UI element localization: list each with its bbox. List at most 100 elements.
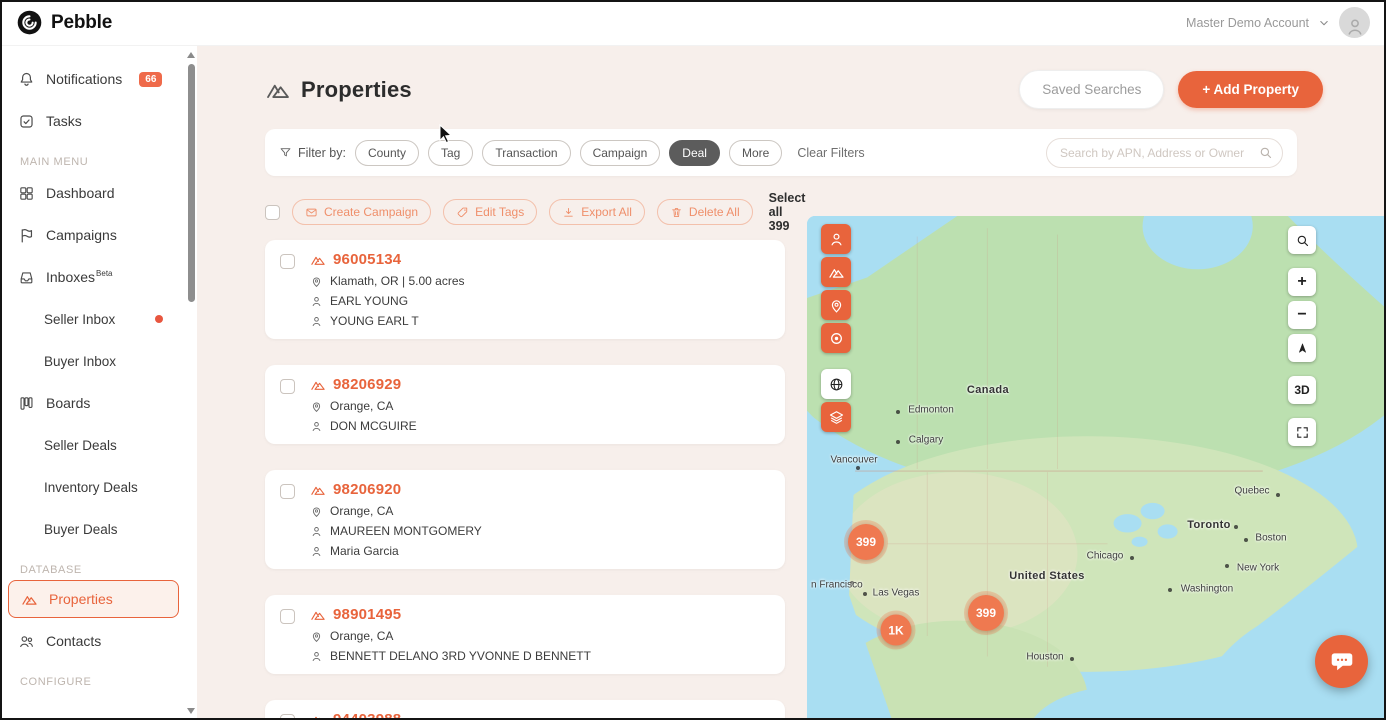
- property-id[interactable]: 98901495: [333, 606, 401, 623]
- property-link[interactable]: 98206920: [310, 481, 482, 498]
- property-checkbox[interactable]: [280, 484, 295, 499]
- sidebar-item-tasks[interactable]: Tasks: [0, 100, 197, 142]
- map-city-dot: [856, 466, 860, 470]
- property-link[interactable]: 96005134: [310, 251, 465, 268]
- map-basemap-button[interactable]: [821, 369, 851, 399]
- map-properties-layer-button[interactable]: [821, 257, 851, 287]
- property-card: 98206920 Orange, CA MAUREEN MONTGOMERY M…: [265, 470, 785, 569]
- brand[interactable]: Pebble: [16, 9, 112, 36]
- map-search-button[interactable]: [1288, 226, 1316, 254]
- sidebar-item-seller-deals[interactable]: Seller Deals: [0, 424, 197, 466]
- property-id[interactable]: 94403988: [333, 711, 401, 720]
- sidebar-item-boards[interactable]: Boards: [0, 382, 197, 424]
- filter-pill-deal[interactable]: Deal: [669, 139, 720, 166]
- property-checkbox[interactable]: [280, 714, 295, 720]
- tasks-icon: [18, 113, 35, 130]
- property-owner: EARL YOUNG: [310, 294, 465, 308]
- filter-bar: Filter by: County Tag Transaction Campai…: [265, 129, 1297, 176]
- property-location: Klamath, OR | 5.00 acres: [310, 274, 465, 288]
- sidebar-item-properties[interactable]: Properties: [8, 580, 179, 618]
- map-contacts-layer-button[interactable]: [821, 224, 851, 254]
- property-link[interactable]: 94403988: [310, 711, 465, 720]
- chevron-down-icon[interactable]: [1317, 16, 1331, 30]
- map-cluster[interactable]: 399: [848, 524, 884, 560]
- filter-by-label: Filter by:: [279, 146, 346, 160]
- map-city-dot: [1244, 538, 1248, 542]
- filter-pill-tag[interactable]: Tag: [427, 139, 474, 166]
- property-link[interactable]: 98206929: [310, 376, 417, 393]
- map-cluster[interactable]: 1K: [880, 614, 912, 646]
- sidebar-item-buyer-inbox[interactable]: Buyer Inbox: [0, 340, 197, 382]
- sidebar-item-inboxes[interactable]: InboxesBeta: [0, 256, 197, 298]
- sidebar-item-contacts[interactable]: Contacts: [0, 620, 197, 662]
- section-heading-database: DATABASE: [20, 564, 82, 576]
- map-3d-button[interactable]: 3D: [1288, 376, 1316, 404]
- sidebar-item-inventory-deals[interactable]: Inventory Deals: [0, 466, 197, 508]
- filter-pill-transaction[interactable]: Transaction: [482, 139, 571, 166]
- map-label: Toronto: [1187, 519, 1231, 531]
- scrollbar-thumb[interactable]: [187, 64, 195, 302]
- property-checkbox[interactable]: [280, 254, 295, 269]
- map-city-dot: [1225, 564, 1229, 568]
- map-compass-button[interactable]: [1288, 334, 1316, 362]
- property-card: 98901495 Orange, CA BENNETT DELANO 3RD Y…: [265, 595, 785, 674]
- person-icon: [310, 650, 323, 663]
- map[interactable]: Canada Edmonton Calgary Vancouver Quebec Toro…: [807, 216, 1386, 720]
- scroll-up-arrow[interactable]: [187, 52, 195, 58]
- property-checkbox[interactable]: [280, 609, 295, 624]
- boards-icon: [18, 395, 35, 412]
- property-id[interactable]: 98206929: [333, 376, 401, 393]
- main-content: Properties Saved Searches + Add Property…: [197, 46, 1386, 720]
- sidebar-item-campaigns[interactable]: Campaigns: [0, 214, 197, 256]
- property-id[interactable]: 96005134: [333, 251, 401, 268]
- map-label: Edmonton: [908, 404, 954, 416]
- sidebar-scrollbar[interactable]: [185, 46, 197, 720]
- avatar[interactable]: [1339, 7, 1370, 38]
- map-fullscreen-button[interactable]: [1288, 418, 1316, 446]
- sidebar-item-notifications[interactable]: Notifications 66: [0, 58, 197, 100]
- map-city-dot: [896, 410, 900, 414]
- sidebar-item-label: Inventory Deals: [44, 479, 138, 495]
- property-id[interactable]: 98206920: [333, 481, 401, 498]
- chat-widget-button[interactable]: [1315, 635, 1368, 688]
- sidebar-item-seller-inbox[interactable]: Seller Inbox: [0, 298, 197, 340]
- filter-pill-county[interactable]: County: [354, 139, 419, 166]
- property-link[interactable]: 98901495: [310, 606, 591, 623]
- clear-filters-button[interactable]: Clear Filters: [797, 146, 864, 160]
- saved-searches-button[interactable]: Saved Searches: [1019, 70, 1165, 109]
- property-checkbox[interactable]: [280, 379, 295, 394]
- scroll-down-arrow[interactable]: [187, 708, 195, 714]
- sidebar-item-label: Boards: [46, 395, 91, 411]
- account-menu-label[interactable]: Master Demo Account: [1186, 16, 1309, 30]
- sidebar-item-label: Properties: [49, 591, 113, 607]
- map-pins-layer-button[interactable]: [821, 290, 851, 320]
- edit-tags-button[interactable]: Edit Tags: [443, 199, 538, 225]
- section-heading-main-menu: MAIN MENU: [20, 156, 89, 168]
- filter-pill-campaign[interactable]: Campaign: [579, 139, 661, 166]
- sidebar-item-dashboard[interactable]: Dashboard: [0, 172, 197, 214]
- create-campaign-button[interactable]: Create Campaign: [292, 199, 432, 225]
- property-owner: BENNETT DELANO 3RD YVONNE D BENNETT: [310, 649, 591, 663]
- map-zoom-out-button[interactable]: −: [1288, 301, 1316, 329]
- select-all-checkbox[interactable]: [265, 204, 280, 220]
- map-zoom-in-button[interactable]: +: [1288, 268, 1316, 296]
- map-layers-button[interactable]: [821, 402, 851, 432]
- select-all-label[interactable]: Select all 399: [769, 191, 806, 233]
- property-location: Orange, CA: [310, 504, 482, 518]
- mountain-icon: [21, 591, 38, 608]
- chat-bubble-icon: [1329, 649, 1355, 675]
- mountain-icon: [310, 712, 326, 720]
- export-all-button[interactable]: Export All: [549, 199, 645, 225]
- sidebar-item-buyer-deals[interactable]: Buyer Deals: [0, 508, 197, 550]
- map-target-layer-button[interactable]: [821, 323, 851, 353]
- search-icon[interactable]: [1258, 145, 1273, 160]
- delete-all-button[interactable]: Delete All: [656, 199, 753, 225]
- property-owner: MAUREEN MONTGOMERY: [310, 524, 482, 538]
- person-icon: [310, 420, 323, 433]
- add-property-button[interactable]: + Add Property: [1178, 71, 1323, 108]
- notifications-badge: 66: [139, 71, 163, 87]
- search-input[interactable]: [1046, 137, 1283, 168]
- map-city-dot: [1168, 588, 1172, 592]
- map-cluster[interactable]: 399: [968, 595, 1004, 631]
- filter-pill-more[interactable]: More: [728, 139, 783, 166]
